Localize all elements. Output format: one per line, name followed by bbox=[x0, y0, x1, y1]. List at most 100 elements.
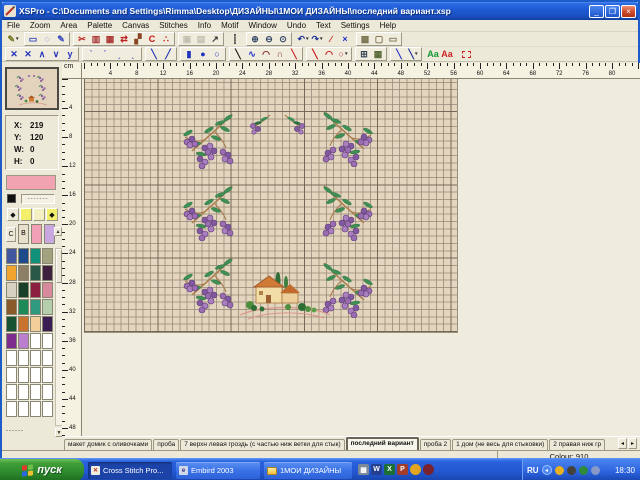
menu-stitches[interactable]: Stitches bbox=[154, 21, 192, 30]
palette-swatch[interactable] bbox=[6, 248, 17, 264]
copy-tool[interactable]: ▥ bbox=[89, 33, 103, 45]
redo-button[interactable]: ↷▾ bbox=[310, 33, 324, 45]
zoom-actual-tool[interactable]: ⊙ bbox=[276, 33, 290, 45]
dropdown-caret-icon[interactable]: ▾ bbox=[345, 49, 348, 59]
dropdown-caret-icon[interactable]: ▾ bbox=[320, 34, 323, 44]
taskbar-task-embird[interactable]: eEmbird 2003 bbox=[176, 462, 260, 479]
palette-swatch[interactable] bbox=[42, 299, 53, 315]
palette-swatch[interactable] bbox=[42, 367, 53, 383]
text-tool-outline[interactable]: Aa bbox=[426, 48, 440, 60]
palette-scroll-up-button[interactable]: ▲ bbox=[54, 227, 62, 236]
quarter-stitch-ll-tool[interactable]: ˏ bbox=[112, 48, 126, 60]
half-stitch-back-tool[interactable]: ╲ bbox=[147, 48, 161, 60]
taskbar-task-cross-stitch[interactable]: ✕Cross Stitch Pro... bbox=[88, 462, 172, 479]
menu-info[interactable]: Info bbox=[193, 21, 216, 30]
zoom-in-tool[interactable]: ⊕ bbox=[248, 33, 262, 45]
palette-swatch[interactable] bbox=[6, 299, 17, 315]
pointer-tool[interactable]: ↗ bbox=[208, 33, 222, 45]
palette-swatch[interactable] bbox=[6, 384, 17, 400]
tray-icon-globe[interactable] bbox=[591, 466, 600, 475]
undo-button[interactable]: ↶▾ bbox=[296, 33, 310, 45]
palette-swatch[interactable] bbox=[6, 401, 17, 417]
half-stitch-forward-tool[interactable]: ╱ bbox=[161, 48, 175, 60]
column-c-button[interactable]: C bbox=[6, 227, 16, 242]
palette-swatch[interactable] bbox=[42, 333, 53, 349]
palette-swatch[interactable] bbox=[42, 282, 53, 298]
knot-yellow-button[interactable]: ◆ bbox=[46, 208, 58, 221]
design-tab[interactable]: 7 верхн левая гроздь (с частью ниж ветки… bbox=[180, 439, 344, 450]
cut-tool[interactable]: ✂ bbox=[75, 33, 89, 45]
motif-library-tool[interactable]: ▦ bbox=[371, 48, 385, 60]
palette-swatch[interactable] bbox=[18, 384, 29, 400]
quarter-stitch-lr-tool[interactable]: ˎ bbox=[126, 48, 140, 60]
palette-swatch[interactable] bbox=[18, 401, 29, 417]
flip-tool[interactable]: ▞ bbox=[131, 33, 145, 45]
design-tab[interactable]: 1 дом (не весь для стыковки) bbox=[452, 439, 548, 450]
excel-icon[interactable]: X bbox=[384, 464, 395, 475]
curve-stitch-tool[interactable]: ◠ bbox=[259, 48, 273, 60]
palette-swatch[interactable] bbox=[18, 316, 29, 332]
palette-swatch[interactable] bbox=[30, 384, 41, 400]
palette-swatch[interactable] bbox=[18, 350, 29, 366]
thread-tool[interactable]: ┋ bbox=[228, 33, 242, 45]
palette-swatch[interactable] bbox=[6, 333, 17, 349]
tab-scroll-left-button[interactable]: ◂ bbox=[618, 438, 627, 449]
quarter-stitch-ur-tool[interactable]: ˊ bbox=[98, 48, 112, 60]
menu-motif[interactable]: Motif bbox=[216, 21, 243, 30]
petite-cross-stitch-tool[interactable]: ✕ bbox=[21, 48, 35, 60]
design-tab-active[interactable]: последний вариант bbox=[346, 437, 419, 450]
menu-canvas[interactable]: Canvas bbox=[117, 21, 154, 30]
palette-swatch[interactable] bbox=[42, 248, 53, 264]
palette-swatch[interactable] bbox=[6, 265, 17, 281]
palette-swatch[interactable] bbox=[18, 282, 29, 298]
palette-swatch[interactable] bbox=[42, 384, 53, 400]
tray-icon-green[interactable] bbox=[579, 466, 588, 475]
palette-swatch[interactable] bbox=[30, 333, 41, 349]
palette-swatch[interactable] bbox=[18, 299, 29, 315]
motif-insert-tool[interactable]: ⊞ bbox=[357, 48, 371, 60]
menu-undo[interactable]: Undo bbox=[282, 21, 311, 30]
dropdown-caret-icon[interactable]: ▾ bbox=[415, 49, 418, 59]
paste-tool[interactable]: ▦ bbox=[103, 33, 117, 45]
minimize-button[interactable]: _ bbox=[589, 5, 604, 18]
bead-open-tool[interactable]: ○ bbox=[210, 48, 224, 60]
design-tab[interactable]: макет домик с оливочками bbox=[64, 439, 152, 450]
full-cross-stitch-tool[interactable]: ✕ bbox=[7, 48, 21, 60]
stitch-area-marquee-tool[interactable] bbox=[459, 48, 473, 60]
palette-swatch[interactable] bbox=[30, 367, 41, 383]
freehand-select-tool[interactable]: ✎ bbox=[54, 33, 68, 45]
menu-settings[interactable]: Settings bbox=[336, 21, 375, 30]
palette-swatch[interactable] bbox=[30, 248, 41, 264]
knot-black-button[interactable]: ◆ bbox=[7, 208, 19, 221]
palette-swatch[interactable] bbox=[30, 350, 41, 366]
mirror-tool[interactable]: ⇄ bbox=[117, 33, 131, 45]
word-icon[interactable]: W bbox=[371, 464, 382, 475]
gold-app-icon[interactable] bbox=[410, 464, 421, 475]
start-button[interactable]: пуск bbox=[0, 459, 84, 480]
new-design-button[interactable]: ▢ bbox=[372, 33, 386, 45]
design-tab[interactable]: 2 правая ниж гр bbox=[549, 439, 605, 450]
zoom-out-tool[interactable]: ⊖ bbox=[262, 33, 276, 45]
bead-filled-tool[interactable]: ● bbox=[196, 48, 210, 60]
palette-swatch[interactable] bbox=[30, 265, 41, 281]
dropdown-caret-icon[interactable]: ▾ bbox=[16, 34, 19, 44]
menu-area[interactable]: Area bbox=[55, 21, 82, 30]
palette-swatch[interactable] bbox=[6, 282, 17, 298]
black-color-swatch[interactable] bbox=[7, 194, 16, 203]
palette-swatch[interactable] bbox=[6, 350, 17, 366]
palette-swatch[interactable] bbox=[6, 316, 17, 332]
design-preview[interactable] bbox=[5, 67, 59, 110]
menu-window[interactable]: Window bbox=[243, 21, 281, 30]
menu-zoom[interactable]: Zoom bbox=[25, 21, 55, 30]
thick-line-tool[interactable]: ╲ bbox=[308, 48, 322, 60]
circle-outline-tool[interactable]: ○▾ bbox=[336, 48, 350, 60]
palette-swatch[interactable] bbox=[42, 265, 53, 281]
current-thread-color[interactable] bbox=[6, 175, 56, 190]
column-b-button[interactable]: B bbox=[18, 224, 29, 244]
copy-design-button[interactable]: ▩ bbox=[358, 33, 372, 45]
french-knot-bar-tool[interactable]: ▮ bbox=[182, 48, 196, 60]
tray-icon-gold[interactable] bbox=[555, 466, 564, 475]
palette-swatch[interactable] bbox=[18, 367, 29, 383]
thread-style-box[interactable]: ------- bbox=[21, 194, 55, 204]
title-bar[interactable]: XSPro - C:\Documents and Settings\Rimma\… bbox=[2, 2, 638, 20]
